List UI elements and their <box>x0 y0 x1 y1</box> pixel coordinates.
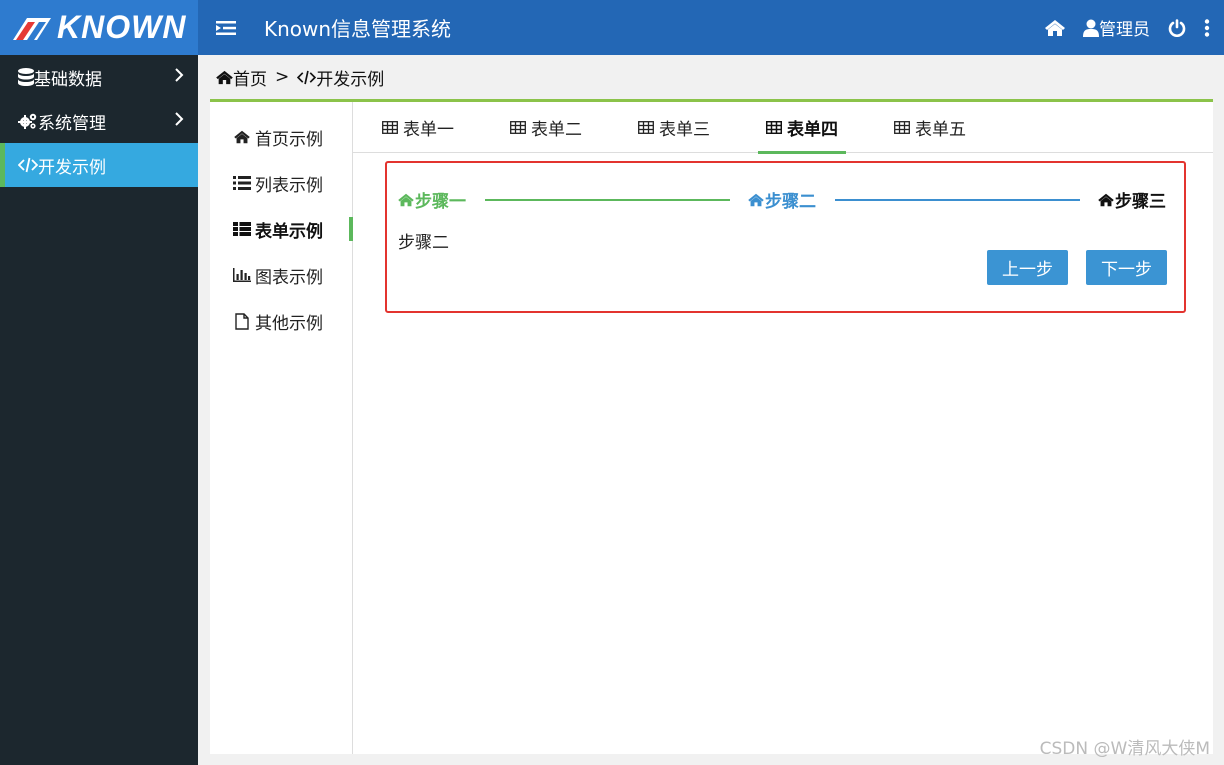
home-icon <box>216 70 233 84</box>
subnav-item-label: 图表示例 <box>255 267 323 288</box>
step-wizard: 步骤一 步骤二 步骤三 步骤二 上一步 下一步 <box>385 161 1186 313</box>
logo-text: KNOWN <box>57 9 187 45</box>
tab-label: 表单五 <box>915 120 966 140</box>
subnav-item-other-example[interactable]: 其他示例 <box>210 298 352 344</box>
tab-form-2[interactable]: 表单二 <box>498 102 594 153</box>
watermark: CSDN @W清风大侠M <box>1039 739 1210 759</box>
home-icon <box>398 193 414 207</box>
gears-icon <box>18 113 37 129</box>
step-3[interactable]: 步骤三 <box>1098 187 1166 212</box>
subnav-item-list-example[interactable]: 列表示例 <box>210 160 352 206</box>
app-title: Known信息管理系统 <box>264 17 452 41</box>
subnav-item-label: 其他示例 <box>255 313 323 334</box>
tab-label: 表单三 <box>659 120 710 140</box>
step-1[interactable]: 步骤一 <box>398 187 466 212</box>
more-menu-button[interactable] <box>1204 18 1210 37</box>
table-icon <box>766 121 782 134</box>
table-icon <box>510 121 526 134</box>
step-2[interactable]: 步骤二 <box>748 187 816 212</box>
breadcrumb-current: 开发示例 <box>316 69 385 90</box>
code-icon <box>297 70 317 84</box>
home-icon <box>748 193 764 207</box>
table-icon <box>382 121 398 134</box>
file-icon <box>233 312 251 330</box>
next-step-button[interactable]: 下一步 <box>1086 250 1167 285</box>
menu-toggle-button[interactable] <box>198 0 254 55</box>
database-icon <box>18 68 34 86</box>
logout-button[interactable] <box>1168 18 1186 37</box>
step-label: 步骤二 <box>765 192 816 212</box>
home-button[interactable] <box>1045 19 1065 37</box>
ellipsis-vertical-icon <box>1204 18 1210 37</box>
step-indicator: 步骤一 步骤二 步骤三 <box>398 187 1168 212</box>
tab-form-3[interactable]: 表单三 <box>626 102 722 153</box>
sidebar-item-label: 开发示例 <box>38 157 106 178</box>
breadcrumb: 首页 > 开发示例 <box>198 55 1224 99</box>
prev-step-button[interactable]: 上一步 <box>987 250 1068 285</box>
user-label: 管理员 <box>1099 20 1150 40</box>
tab-form-5[interactable]: 表单五 <box>882 102 978 153</box>
chevron-right-icon <box>174 111 184 132</box>
tab-form-1[interactable]: 表单一 <box>370 102 466 153</box>
tab-label: 表单二 <box>531 120 582 140</box>
step-label: 步骤三 <box>1115 192 1166 212</box>
table-icon <box>638 121 654 134</box>
tab-label: 表单一 <box>403 120 454 140</box>
subnav-item-chart-example[interactable]: 图表示例 <box>210 252 352 298</box>
step-connector <box>485 199 730 201</box>
bar-chart-icon <box>233 268 251 282</box>
list-icon <box>233 176 251 190</box>
main-panel: 首页示例 列表示例 表单示例 图表示例 其他示例 表单一 表单二 表单三 表单四… <box>210 99 1213 754</box>
step-label: 步骤一 <box>415 192 466 212</box>
th-list-icon <box>233 222 251 236</box>
sidebar: 基础数据 系统管理 开发示例 <box>0 55 198 765</box>
breadcrumb-separator: > <box>275 67 290 87</box>
home-icon <box>233 130 251 144</box>
content-area: 表单一 表单二 表单三 表单四 表单五 步骤一 步骤二 步骤三 步骤二 上一步 … <box>353 102 1213 754</box>
sidebar-item-system-management[interactable]: 系统管理 <box>0 99 198 143</box>
subnav-item-home-example[interactable]: 首页示例 <box>210 114 352 160</box>
chevron-right-icon <box>174 67 184 88</box>
tab-bar: 表单一 表单二 表单三 表单四 表单五 <box>353 102 1213 154</box>
sidebar-item-basic-data[interactable]: 基础数据 <box>0 55 198 99</box>
table-icon <box>894 121 910 134</box>
power-icon <box>1168 18 1186 37</box>
step-content: 步骤二 <box>398 233 449 253</box>
user-icon <box>1083 19 1099 37</box>
subnav-item-label: 列表示例 <box>255 175 323 196</box>
tab-form-4[interactable]: 表单四 <box>754 102 850 154</box>
brand-logo[interactable]: KNOWN <box>0 0 198 55</box>
subnav-item-label: 首页示例 <box>255 129 323 150</box>
tab-label: 表单四 <box>787 120 838 140</box>
breadcrumb-home[interactable]: 首页 <box>233 65 267 90</box>
code-icon <box>18 157 38 173</box>
home-icon <box>1045 19 1065 36</box>
step-connector <box>835 199 1080 201</box>
user-menu[interactable]: 管理员 <box>1083 15 1150 40</box>
home-icon <box>1098 193 1114 207</box>
sub-navigation: 首页示例 列表示例 表单示例 图表示例 其他示例 <box>210 102 353 754</box>
sidebar-item-dev-examples[interactable]: 开发示例 <box>0 143 198 187</box>
top-bar: Known信息管理系统 管理员 <box>198 0 1224 55</box>
indent-icon <box>216 20 236 35</box>
logo-mark-icon <box>13 17 51 40</box>
subnav-item-form-example[interactable]: 表单示例 <box>210 206 353 252</box>
sidebar-item-label: 系统管理 <box>38 113 106 134</box>
sidebar-item-label: 基础数据 <box>34 69 102 90</box>
subnav-item-label: 表单示例 <box>255 221 323 242</box>
